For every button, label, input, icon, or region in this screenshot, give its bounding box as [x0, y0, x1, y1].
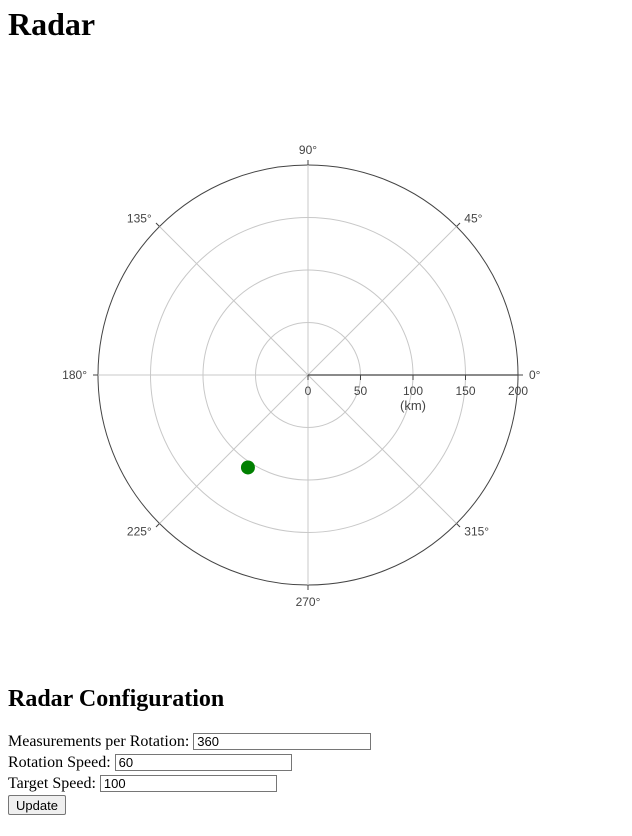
angular-tick-label: 45°	[464, 212, 482, 226]
config-form: Measurements per Rotation: Rotation Spee…	[8, 731, 372, 816]
angular-tick-label: 225°	[127, 524, 152, 538]
target-speed-row: Target Speed:	[8, 773, 371, 794]
radial-tick-label: 100	[403, 384, 423, 398]
angular-tick-label: 90°	[299, 143, 317, 157]
angular-tick-label: 0°	[529, 368, 541, 382]
radial-tick-label: 200	[508, 384, 528, 398]
radial-axis-label: (km)	[400, 398, 426, 413]
angular-tick-label: 135°	[127, 212, 152, 226]
angular-grid-line	[307, 374, 457, 524]
measurements-label: Measurements per Rotation:	[8, 733, 190, 750]
target-speed-input[interactable]	[99, 775, 277, 792]
angular-grid-line	[159, 226, 309, 376]
angular-grid-line	[159, 374, 309, 524]
radial-tick-label: 0	[305, 384, 312, 398]
angular-tick-label: 180°	[62, 368, 87, 382]
radial-tick-label: 50	[354, 384, 368, 398]
update-button[interactable]: Update	[8, 795, 66, 815]
radar-polar-chart: 0 50 100 150 200 (km) 0° 45° 90° 135° 180° 225° 270°…	[62, 143, 541, 609]
target-point	[240, 460, 255, 475]
measurements-input[interactable]	[193, 733, 372, 750]
measurements-row: Measurements per Rotation:	[8, 731, 372, 752]
angular-grid-line	[307, 226, 457, 376]
angular-tick	[456, 523, 461, 528]
angular-tick	[155, 523, 160, 528]
angular-tick	[456, 222, 461, 227]
radial-tick-label: 150	[455, 384, 475, 398]
angular-tick-label: 315°	[464, 524, 489, 538]
config-heading: Radar Configuration	[8, 686, 225, 712]
target-speed-label: Target Speed:	[8, 775, 96, 792]
rotation-speed-input[interactable]	[114, 754, 292, 771]
rotation-speed-row: Rotation Speed:	[8, 752, 371, 773]
rotation-speed-label: Rotation Speed:	[8, 754, 111, 771]
angular-tick	[155, 222, 160, 227]
angular-tick-label: 270°	[296, 595, 321, 609]
